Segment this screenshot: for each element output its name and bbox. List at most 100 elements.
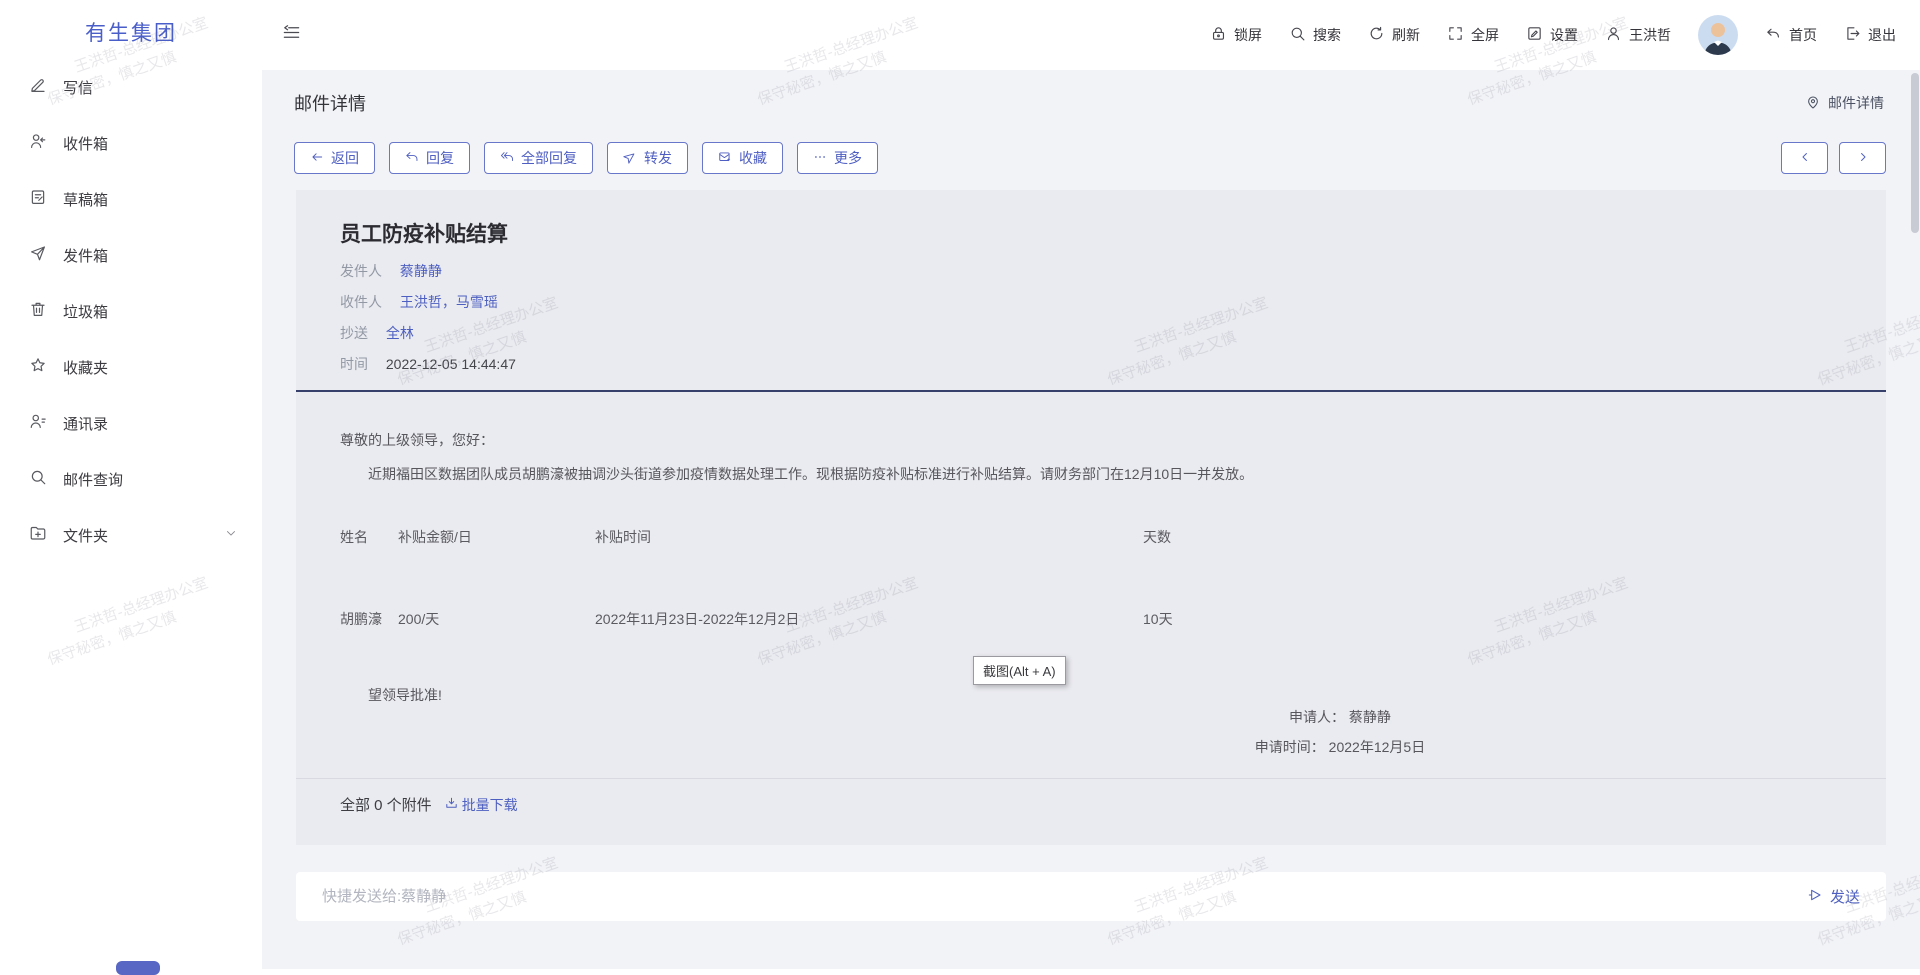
sidebar-item-label: 收藏夹 xyxy=(63,357,108,378)
applicant-block: 申请人： 蔡静静 申请时间： 2022年12月5日 xyxy=(1150,702,1530,762)
settings-button[interactable]: 设置 xyxy=(1526,25,1578,45)
fullscreen-button[interactable]: 全屏 xyxy=(1447,25,1499,45)
sidebar-item-label: 邮件查询 xyxy=(63,469,123,490)
from-contact-link[interactable]: 蔡静静 xyxy=(400,263,442,279)
compose-icon xyxy=(29,76,47,99)
sidebar-item-label: 写信 xyxy=(63,77,93,98)
sent-icon xyxy=(29,244,47,267)
location-badge: 邮件详情 xyxy=(1805,93,1884,113)
app-logo: 有生集团 xyxy=(0,17,262,47)
refresh-icon xyxy=(1368,25,1385,45)
page-title: 邮件详情 xyxy=(294,90,366,116)
table-cell: 200/天 xyxy=(398,609,595,629)
table-cell: 2022年11月23日-2022年12月2日 xyxy=(595,609,1143,629)
sidebar-item-sent[interactable]: 发件箱 xyxy=(0,227,262,283)
menu-fold-icon[interactable] xyxy=(282,23,301,47)
cc-contact-link[interactable]: 全林 xyxy=(386,325,414,341)
arrow-left-icon xyxy=(310,150,324,167)
table-cell: 10天 xyxy=(1143,609,1842,629)
sidebar-item-label: 发件箱 xyxy=(63,245,108,266)
logout-icon xyxy=(1844,25,1861,45)
logout-button[interactable]: 退出 xyxy=(1844,25,1896,45)
fullscreen-icon xyxy=(1447,25,1464,45)
trash-icon xyxy=(29,300,47,323)
settings-icon xyxy=(1526,25,1543,45)
quick-send-bar: 发送 xyxy=(296,872,1886,921)
current-user[interactable]: 王洪哲 xyxy=(1605,25,1671,45)
inbox-icon xyxy=(29,132,47,155)
sidebar-item-mail-search[interactable]: 邮件查询 xyxy=(0,451,262,507)
folder-plus-icon xyxy=(29,524,47,547)
send-icon xyxy=(1807,887,1823,907)
send-button[interactable]: 发送 xyxy=(1807,886,1860,907)
search-button[interactable]: 搜索 xyxy=(1289,25,1341,45)
home-back-icon xyxy=(1765,25,1782,45)
download-icon xyxy=(444,796,459,814)
table-header: 补贴金额/日 xyxy=(398,527,595,547)
mail-time-row: 时间 2022-12-05 14:44:47 xyxy=(340,349,1842,380)
time-label: 时间 xyxy=(340,356,368,372)
sidebar-item-trash[interactable]: 垃圾箱 xyxy=(0,283,262,339)
bottom-left-accent xyxy=(116,961,160,975)
to-contacts-link[interactable]: 王洪哲，马雪瑶 xyxy=(400,294,498,310)
mail-paragraph: 近期福田区数据团队成员胡鹏濠被抽调沙头街道参加疫情数据处理工作。现根据防疫补贴标… xyxy=(340,463,1842,485)
contacts-icon xyxy=(29,412,47,435)
apply-time-line: 申请时间： 2022年12月5日 xyxy=(1150,732,1530,762)
lock-icon xyxy=(1210,25,1227,45)
table-header: 天数 xyxy=(1143,527,1842,547)
mail-time: 2022-12-05 14:44:47 xyxy=(386,356,516,372)
sidebar-item-compose[interactable]: 写信 xyxy=(0,59,262,115)
table-header: 补贴时间 xyxy=(595,527,1143,547)
chevron-left-icon xyxy=(1798,150,1812,167)
screenshot-tooltip: 截图(Alt + A) xyxy=(973,656,1066,685)
table-header: 姓名 xyxy=(340,527,398,547)
quick-send-input[interactable] xyxy=(322,888,1807,905)
mail-to-row: 收件人 王洪哲，马雪瑶 xyxy=(340,287,1842,318)
refresh-button[interactable]: 刷新 xyxy=(1368,25,1420,45)
sidebar-item-label: 通讯录 xyxy=(63,413,108,434)
main-panel: 邮件详情 邮件详情 返回 回复 全部回复 转发 收藏 更多 xyxy=(262,70,1920,969)
attachments-summary: 全部 0 个附件 xyxy=(340,794,432,815)
avatar[interactable] xyxy=(1698,15,1738,55)
reply-all-icon xyxy=(500,150,514,167)
forward-icon xyxy=(623,150,637,167)
sidebar-item-label: 草稿箱 xyxy=(63,189,108,210)
reply-button[interactable]: 回复 xyxy=(389,142,470,174)
search-icon xyxy=(29,468,47,491)
next-mail-button[interactable] xyxy=(1839,142,1886,174)
prev-mail-button[interactable] xyxy=(1781,142,1828,174)
favorite-button[interactable]: 收藏 xyxy=(702,142,783,174)
more-button[interactable]: 更多 xyxy=(797,142,878,174)
chevron-right-icon xyxy=(1856,150,1870,167)
chevron-down-icon[interactable] xyxy=(224,526,238,545)
attachments-divider xyxy=(296,778,1886,779)
sidebar-item-label: 垃圾箱 xyxy=(63,301,108,322)
sidebar-item-favorites[interactable]: 收藏夹 xyxy=(0,339,262,395)
scrollbar-thumb[interactable] xyxy=(1911,73,1919,233)
batch-download-link[interactable]: 批量下载 xyxy=(444,795,518,815)
back-button[interactable]: 返回 xyxy=(294,142,375,174)
sidebar-item-folders[interactable]: 文件夹 xyxy=(0,507,262,563)
mail-subject: 员工防疫补贴结算 xyxy=(340,190,1842,248)
mail-pager xyxy=(1781,142,1886,174)
mail-toolbar: 返回 回复 全部回复 转发 收藏 更多 xyxy=(294,142,878,174)
location-pin-icon xyxy=(1805,94,1821,113)
sidebar: 有生集团 写信 收件箱 草稿箱 发件箱 垃圾箱 收藏夹 通讯录 xyxy=(0,0,262,969)
search-icon xyxy=(1289,25,1306,45)
sidebar-item-drafts[interactable]: 草稿箱 xyxy=(0,171,262,227)
forward-button[interactable]: 转发 xyxy=(607,142,688,174)
to-label: 收件人 xyxy=(340,294,382,310)
drafts-icon xyxy=(29,188,47,211)
mail-greeting: 尊敬的上级领导，您好： xyxy=(340,430,1842,450)
mail-card: 员工防疫补贴结算 发件人 蔡静静 收件人 王洪哲，马雪瑶 抄送 全林 时间 20… xyxy=(296,190,1886,845)
lock-screen-button[interactable]: 锁屏 xyxy=(1210,25,1262,45)
reply-icon xyxy=(405,150,419,167)
home-button[interactable]: 首页 xyxy=(1765,25,1817,45)
table-cell: 胡鹏濠 xyxy=(340,609,398,629)
sidebar-item-inbox[interactable]: 收件箱 xyxy=(0,115,262,171)
more-icon xyxy=(813,150,827,167)
mail-from-row: 发件人 蔡静静 xyxy=(340,256,1842,287)
sidebar-item-contacts[interactable]: 通讯录 xyxy=(0,395,262,451)
topbar: 锁屏 搜索 刷新 全屏 设置 王洪哲 xyxy=(262,0,1920,70)
reply-all-button[interactable]: 全部回复 xyxy=(484,142,593,174)
